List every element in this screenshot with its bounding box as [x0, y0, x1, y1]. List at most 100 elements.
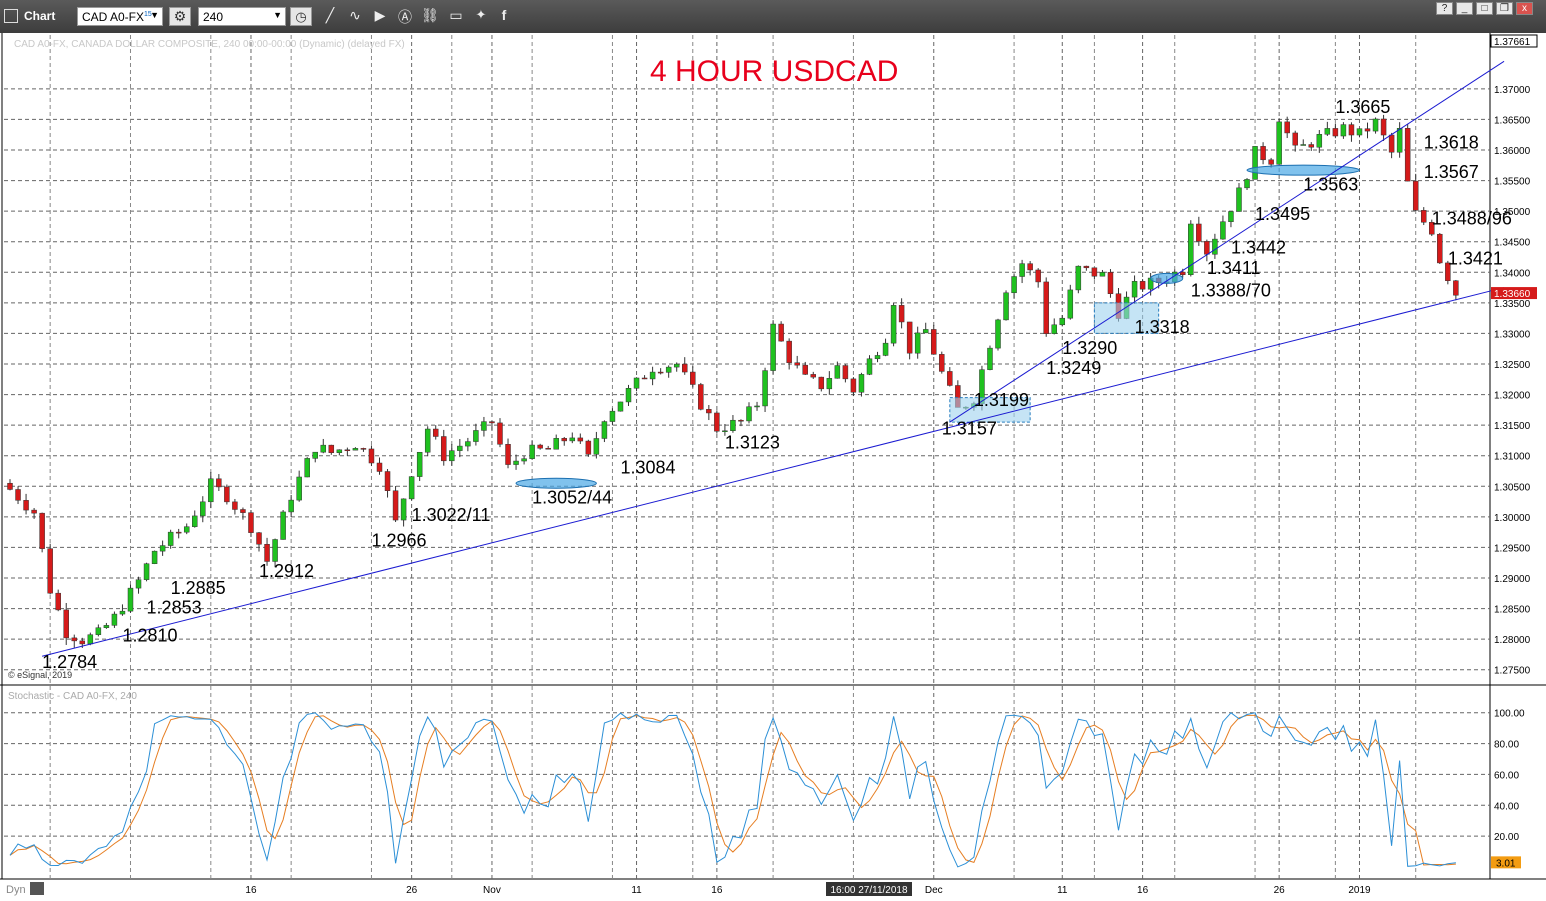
candle-body [119, 610, 126, 615]
candle-body [1308, 144, 1315, 148]
candle-body [1196, 223, 1202, 242]
play-icon[interactable]: ▶ [369, 7, 391, 26]
price-annotation: 1.3411 [1207, 258, 1261, 278]
candle-body [842, 365, 849, 380]
symbol-select[interactable]: CAD A0-FX15 ▼ [77, 7, 163, 26]
candle-body [183, 526, 190, 533]
candle-body [95, 627, 102, 635]
interval-select[interactable]: 240 ▼ [198, 7, 286, 26]
candle-body [408, 476, 415, 500]
maximize-button[interactable]: □ [1476, 2, 1493, 15]
candle-body [714, 412, 720, 432]
candle-body [746, 406, 752, 422]
time-tick-label: 11 [1057, 885, 1068, 896]
time-tick-label: 26 [1274, 885, 1286, 896]
candle-body [939, 354, 945, 372]
help-button[interactable]: ? [1436, 2, 1453, 15]
chart-title: 4 HOUR USDCAD [650, 55, 898, 88]
candle-body [1131, 281, 1138, 298]
current-price-label: 1.33660 [1494, 289, 1531, 300]
candle-body [681, 363, 688, 373]
candle-body [465, 441, 471, 447]
candle-body [810, 374, 817, 378]
study-icon[interactable]: ∿ [344, 7, 366, 26]
link-icon[interactable]: ⛓ [419, 7, 441, 26]
alert-icon[interactable]: Ⓐ [394, 7, 416, 26]
candle-body [577, 437, 584, 442]
price-tick-label: 1.32500 [1494, 360, 1531, 371]
candle-body [931, 329, 937, 355]
chart-canvas[interactable]: 1.27500 1.28000 1.28500 1.29000 1.29500 1.300… [0, 33, 1546, 901]
close-button[interactable]: x [1516, 2, 1533, 15]
stoch-tick-label: 80.00 [1494, 740, 1519, 751]
top-price-label: 1.37661 [1494, 37, 1531, 48]
candle-body [336, 449, 343, 453]
candle-body [947, 371, 953, 386]
dyn-toggle-icon[interactable] [30, 882, 44, 895]
chevron-down-icon[interactable]: ▼ [150, 10, 159, 20]
price-annotation: 1.2885 [171, 578, 226, 598]
price-tick-label: 1.32000 [1494, 391, 1531, 402]
candle-body [272, 539, 278, 562]
candle-body [649, 371, 656, 380]
candle-body [1139, 281, 1146, 290]
candle-body [103, 625, 110, 628]
candle-body [1236, 187, 1242, 212]
candle-body [657, 371, 664, 374]
time-tick-label: 2019 [1348, 885, 1371, 896]
price-annotation: 1.3290 [1062, 338, 1117, 358]
comment-icon[interactable]: ▭ [445, 7, 467, 26]
candle-body [521, 458, 527, 462]
draw-line-icon[interactable]: ╱ [320, 7, 340, 26]
candle-body [1067, 289, 1074, 319]
candle-body [79, 640, 86, 645]
candle-body [529, 444, 535, 459]
candle-body [609, 410, 616, 422]
candle-body [1356, 128, 1363, 136]
candle-body [288, 499, 294, 513]
candle-body [1388, 134, 1395, 153]
candle-body [1437, 233, 1443, 264]
candle-body [1396, 128, 1403, 153]
candle-body [441, 436, 447, 462]
chevron-down-icon[interactable]: ▼ [273, 10, 282, 20]
candle-body [1107, 272, 1114, 294]
price-annotation: 1.2912 [259, 561, 314, 581]
candle-body [1091, 267, 1098, 277]
price-tick-label: 1.30000 [1494, 513, 1531, 524]
candle-body [826, 378, 833, 390]
price-annotation: 1.3022/11 [412, 505, 491, 525]
candle-body [360, 448, 367, 450]
minimize-button[interactable]: _ [1456, 2, 1473, 15]
candle-body [593, 438, 600, 455]
candle-body [481, 421, 487, 431]
stoch-tick-label: 20.00 [1494, 832, 1519, 843]
app-title: Chart [24, 9, 56, 23]
price-tick-label: 1.35500 [1494, 177, 1531, 188]
candle-body [457, 445, 463, 451]
candle-body [882, 342, 889, 356]
candle-body [1003, 292, 1009, 321]
candle-body [922, 329, 929, 334]
facebook-icon[interactable]: f [495, 7, 513, 26]
candle-body [778, 323, 784, 342]
candle-body [1380, 118, 1387, 136]
candle-body [537, 444, 543, 449]
settings-gear-icon[interactable]: ⚙ [169, 7, 191, 26]
chart-area[interactable]: 1.27500 1.28000 1.28500 1.29000 1.29500 1.300… [0, 33, 1546, 901]
candle-body [200, 501, 206, 517]
price-annotation: 1.3618 [1424, 132, 1479, 152]
candle-body [874, 355, 881, 360]
candle-body [1075, 265, 1082, 291]
dyn-label[interactable]: Dyn [6, 884, 26, 896]
price-annotation: 1.3318 [1135, 317, 1190, 337]
candle-body [31, 509, 37, 514]
price-annotation: 1.3249 [1046, 358, 1101, 378]
candle-body [738, 419, 744, 422]
candle-body [698, 384, 704, 410]
restore-button[interactable]: ❐ [1496, 2, 1513, 15]
chart-window-icon [4, 9, 18, 23]
clock-icon[interactable]: ◷ [290, 7, 312, 26]
candle-body [601, 421, 608, 439]
twitter-icon[interactable]: ✦ [470, 7, 492, 26]
